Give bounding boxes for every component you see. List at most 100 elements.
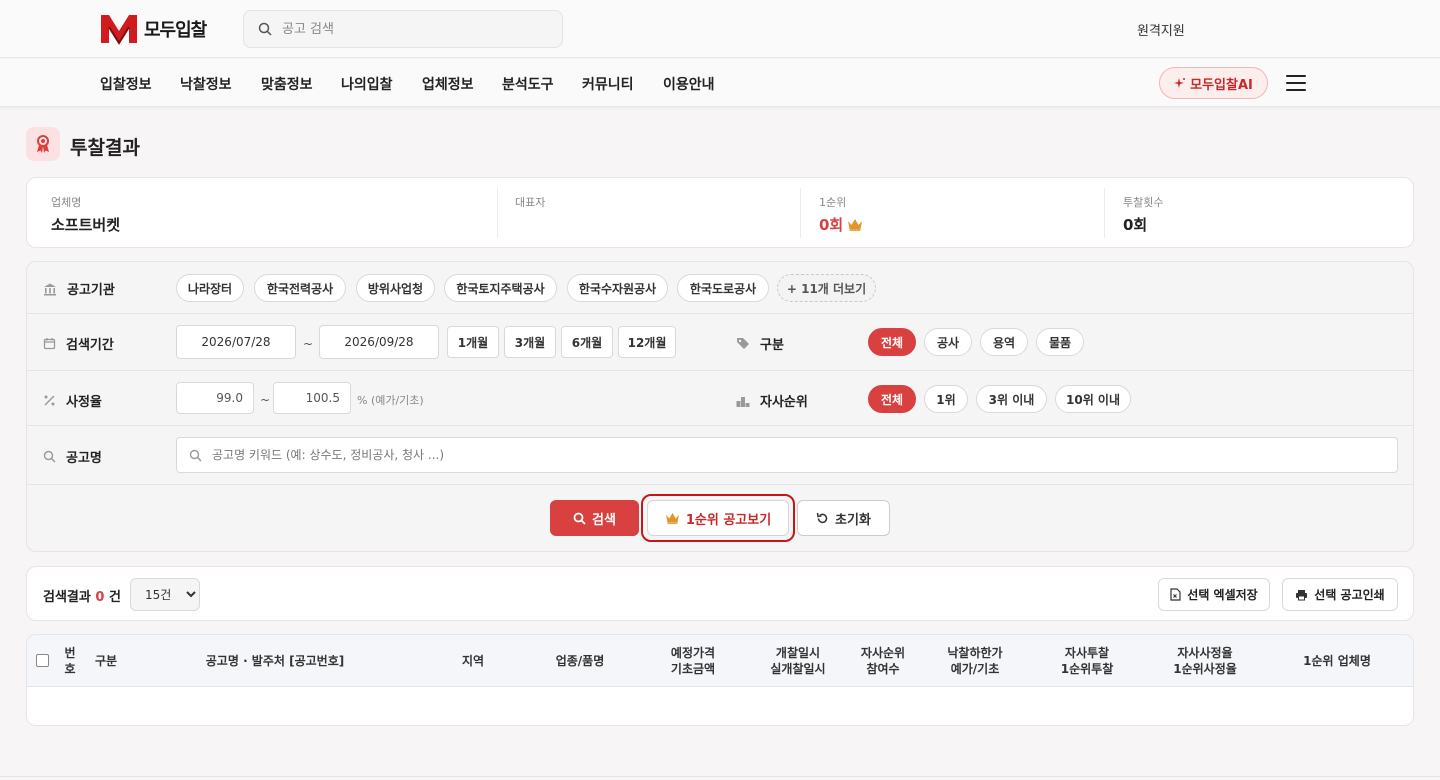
reset-button[interactable]: 초기화	[797, 500, 890, 536]
nav-item-custom-info[interactable]: 맞춤정보	[261, 74, 313, 94]
refresh-icon	[816, 512, 828, 523]
filter-row-keyword: 공고명	[27, 426, 1413, 485]
col-industry: 업종/품명	[546, 635, 614, 687]
logo-mark-icon	[101, 15, 137, 45]
agency-more-button[interactable]: + 11개 더보기	[777, 274, 876, 302]
category-label-wrap: 구분	[736, 334, 784, 353]
agency-chip-kepco[interactable]: 한국전력공사	[254, 274, 346, 302]
rank-label-wrap: 자사순위	[736, 391, 808, 410]
rate-label: 사정율	[66, 395, 102, 410]
period-12-month-button[interactable]: 12개월	[618, 326, 676, 358]
end-date-input[interactable]: 2026/09/28	[319, 325, 439, 359]
keyword-box[interactable]	[176, 437, 1398, 473]
search-icon	[258, 22, 272, 36]
summary-company-value: 소프트버켓	[51, 216, 121, 234]
period-1-month-button[interactable]: 1개월	[447, 326, 499, 358]
col-industry-label: 업종/품명	[555, 654, 605, 668]
category-chip-goods[interactable]: 물품	[1036, 328, 1084, 356]
filter-row-period: 검색기간 2026/07/28 ~ 2026/09/28 1개월 3개월 6개월…	[27, 314, 1413, 371]
category-chip-service[interactable]: 용역	[980, 328, 1028, 356]
col-bid-line2: 1순위투찰	[1060, 662, 1114, 676]
results-count: 검색결과 0 건	[43, 586, 121, 605]
nav-item-analysis-tools[interactable]: 분석도구	[502, 74, 554, 94]
search-icon	[573, 512, 586, 525]
print-button[interactable]: 선택 공고인쇄	[1282, 578, 1398, 611]
col-region: 지역	[452, 635, 494, 687]
rank-chip-first[interactable]: 1위	[924, 385, 968, 413]
nav-item-award-info[interactable]: 낙찰정보	[180, 74, 232, 94]
crown-icon	[848, 219, 863, 231]
nav-item-bid-info[interactable]: 입찰정보	[100, 74, 152, 94]
period-6-month-button[interactable]: 6개월	[561, 326, 613, 358]
agency-chip-dapa[interactable]: 방위사업청	[356, 274, 435, 302]
rate-hint: % (예가/기초)	[357, 394, 424, 407]
rank-chip-top10[interactable]: 10위 이내	[1055, 385, 1131, 413]
period-separator: ~	[303, 337, 314, 351]
filter-row-agency: 공고기관 나라장터 한국전력공사 방위사업청 한국토지주택공사 한국수자원공사 …	[27, 262, 1413, 314]
search-button[interactable]: 검색	[550, 500, 639, 536]
ai-button[interactable]: 모두입찰AI	[1159, 67, 1268, 99]
building-icon	[44, 283, 56, 295]
nav-item-community[interactable]: 커뮤니티	[582, 74, 634, 94]
keyword-input[interactable]	[212, 448, 1362, 462]
logo-text: 모두입찰	[144, 20, 207, 41]
agency-chip-narajangter[interactable]: 나라장터	[176, 274, 244, 302]
col-category: 구분	[89, 635, 123, 687]
rate-max-input[interactable]: 100.5	[273, 382, 351, 414]
keyword-label: 공고명	[66, 451, 102, 466]
col-title: 공고명 · 발주처 [공고번호]	[192, 635, 358, 687]
first-rank-button[interactable]: 1순위 공고보기	[647, 500, 789, 536]
summary-bids-value: 0회	[1123, 216, 1148, 234]
main-nav: 입찰정보 낙찰정보 맞춤정보 나의입찰 업체정보 분석도구 커뮤니티 이용안내 …	[0, 59, 1440, 107]
crown-icon	[665, 512, 679, 524]
logo[interactable]: 모두입찰	[100, 13, 207, 45]
col-number-line1: 번	[64, 646, 76, 660]
category-chip-construction[interactable]: 공사	[924, 328, 972, 356]
rate-min-input[interactable]: 99.0	[176, 382, 254, 414]
nav-item-guide[interactable]: 이용안내	[663, 74, 715, 94]
search-input[interactable]	[282, 21, 532, 37]
first-rank-button-label: 1순위 공고보기	[685, 512, 772, 528]
nav-item-company-info[interactable]: 업체정보	[422, 74, 474, 94]
results-unit: 건	[108, 590, 121, 605]
remote-support-link[interactable]: 원격지원	[1137, 20, 1185, 39]
results-bar: 검색결과 0 건 15건 30건 50건 선택 엑셀저장 선택 공고인쇄	[26, 566, 1414, 621]
rank-label: 자사순위	[760, 395, 808, 410]
top-bar: 모두입찰 원격지원	[0, 0, 1440, 58]
agency-chip-lh[interactable]: 한국토지주택공사	[444, 274, 557, 302]
period-3-month-button[interactable]: 3개월	[504, 326, 556, 358]
start-date-input[interactable]: 2026/07/28	[176, 325, 296, 359]
nav-item-my-bids[interactable]: 나의입찰	[341, 74, 393, 94]
category-chip-all[interactable]: 전체	[868, 328, 916, 356]
col-number-line2: 호	[64, 662, 76, 676]
category-label: 구분	[760, 338, 784, 353]
sparkle-icon	[1174, 78, 1186, 88]
rank-chip-all[interactable]: 전체	[868, 385, 916, 413]
rank-chip-top3[interactable]: 3위 이내	[976, 385, 1047, 413]
col-category-label: 구분	[94, 654, 118, 668]
agency-label-wrap: 공고기관	[43, 279, 115, 298]
col-bid: 자사투찰 1순위투찰	[1049, 635, 1125, 687]
footer-divider	[0, 776, 1440, 777]
col-bid-line1: 자사투찰	[1064, 646, 1110, 660]
menu-icon[interactable]	[1286, 75, 1306, 91]
col-opening-line2: 실개찰일시	[770, 662, 826, 676]
agency-chip-kwater[interactable]: 한국수자원공사	[567, 274, 668, 302]
excel-export-label: 선택 엑셀저장	[1187, 588, 1258, 602]
search-box[interactable]	[243, 10, 563, 48]
col-rank: 자사순위 참여수	[853, 635, 913, 687]
period-label: 검색기간	[66, 338, 114, 353]
summary-company-label: 업체명	[51, 196, 82, 209]
summary-first-label: 1순위	[819, 196, 847, 209]
summary-first-value: 0회	[819, 216, 844, 234]
agency-label: 공고기관	[67, 283, 115, 298]
keyword-label-wrap: 공고명	[43, 447, 102, 466]
select-all-checkbox[interactable]	[36, 654, 49, 667]
page-size-select[interactable]: 15건 30건 50건	[130, 578, 200, 611]
document-icon	[1170, 588, 1181, 601]
excel-export-button[interactable]: 선택 엑셀저장	[1158, 578, 1270, 611]
search-button-label: 검색	[592, 512, 616, 528]
print-label: 선택 공고인쇄	[1314, 588, 1385, 602]
agency-chip-ex[interactable]: 한국도로공사	[677, 274, 769, 302]
calendar-icon	[43, 338, 56, 350]
